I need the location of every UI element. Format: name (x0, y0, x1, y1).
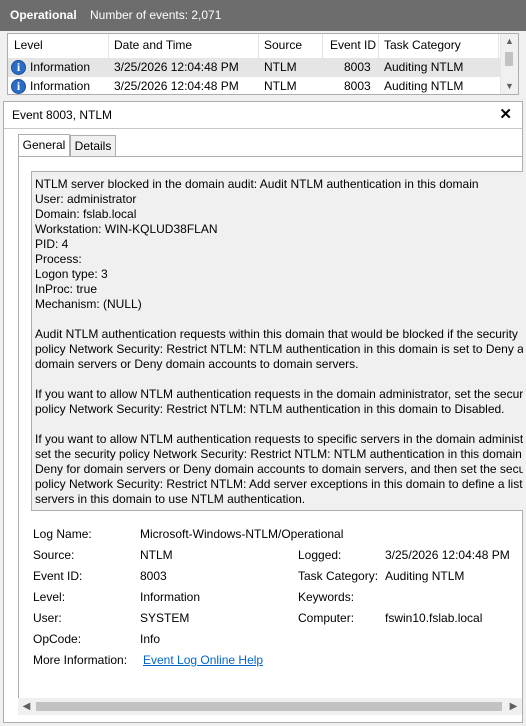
event-detail-panel: Event 8003, NTLM ✕ General Details NTLM … (3, 101, 523, 723)
user-label: User: (33, 611, 62, 625)
info-icon: i (11, 79, 26, 94)
row-date: 3/25/2026 12:04:48 PM (114, 60, 239, 74)
row-category: Auditing NTLM (384, 60, 464, 74)
column-header-task-category[interactable]: Task Category (384, 38, 461, 52)
description-line: Audit NTLM authentication requests withi… (35, 327, 518, 341)
scroll-thumb[interactable] (505, 52, 513, 66)
level-label: Level: (33, 590, 66, 604)
logged-label: Logged: (298, 548, 342, 562)
user-value: SYSTEM (140, 611, 190, 625)
description-line: NTLM server blocked in the domain audit:… (35, 177, 479, 191)
description-line: Domain: fslab.local (35, 207, 137, 221)
scroll-thumb[interactable] (36, 702, 502, 711)
detail-horizontal-scrollbar[interactable]: ◀ ▶ (18, 698, 522, 715)
column-header-date[interactable]: Date and Time (114, 38, 192, 52)
column-header-level[interactable]: Level (14, 38, 43, 52)
description-line: policy Network Security: Restrict NTLM: … (35, 342, 523, 356)
event-description[interactable]: NTLM server blocked in the domain audit:… (31, 171, 523, 511)
description-line: Deny for domain servers or Deny domain a… (35, 462, 523, 476)
description-line: If you want to allow NTLM authentication… (35, 432, 523, 446)
log-header-bar: Operational Number of events: 2,071 (0, 0, 526, 31)
detail-title-bar: Event 8003, NTLM ✕ (4, 102, 522, 129)
task-category-value: Auditing NTLM (385, 569, 465, 583)
keywords-label: Keywords: (298, 590, 355, 604)
row-event-id: 8003 (344, 60, 371, 74)
close-icon[interactable]: ✕ (499, 105, 512, 123)
computer-label: Computer: (298, 611, 355, 625)
row-event-id: 8003 (344, 79, 371, 93)
row-category: Auditing NTLM (384, 79, 464, 93)
description-line: Process: (35, 252, 82, 266)
event-id-label: Event ID: (33, 569, 83, 583)
scroll-right-icon[interactable]: ▶ (505, 698, 522, 715)
event-row[interactable]: i Information 3/25/2026 12:04:48 PM NTLM… (8, 77, 502, 94)
scroll-left-icon[interactable]: ◀ (18, 698, 35, 715)
log-name-label: Log Name: (33, 527, 92, 541)
logged-value: 3/25/2026 12:04:48 PM (385, 548, 510, 562)
event-id-value: 8003 (140, 569, 167, 583)
description-line: InProc: true (35, 282, 98, 296)
source-value: NTLM (140, 548, 173, 562)
level-value: Information (140, 590, 201, 604)
description-line: User: administrator (35, 192, 137, 206)
grid-vertical-scrollbar[interactable]: ▲ ▼ (500, 34, 518, 94)
description-line: If you want to allow NTLM authentication… (35, 387, 523, 401)
row-level: Information (30, 79, 91, 93)
description-line: servers in this domain to use NTLM authe… (35, 492, 306, 506)
more-information-label: More Information: (33, 653, 128, 667)
column-header-event-id[interactable]: Event ID (330, 38, 376, 52)
column-header-source[interactable]: Source (264, 38, 302, 52)
grid-header: Level Date and Time Source Event ID Task… (8, 34, 502, 59)
description-line: policy Network Security: Restrict NTLM: … (35, 402, 505, 416)
general-tab-content: NTLM server blocked in the domain audit:… (18, 156, 523, 704)
detail-title: Event 8003, NTLM (12, 108, 113, 122)
description-line: PID: 4 (35, 237, 69, 251)
scroll-down-icon[interactable]: ▼ (501, 79, 518, 94)
computer-value: fswin10.fslab.local (385, 611, 483, 625)
tab-general[interactable]: General (18, 134, 70, 156)
event-log-online-help-link[interactable]: Event Log Online Help (143, 653, 263, 667)
description-line: policy Network Security: Restrict NTLM: … (35, 477, 523, 491)
description-line: Logon type: 3 (35, 267, 108, 281)
events-grid[interactable]: Level Date and Time Source Event ID Task… (7, 33, 519, 95)
description-line: domain servers or Deny domain accounts t… (35, 357, 359, 371)
row-source: NTLM (264, 79, 297, 93)
tab-details[interactable]: Details (70, 135, 116, 156)
description-line: Mechanism: (NULL) (35, 297, 142, 311)
scroll-up-icon[interactable]: ▲ (501, 34, 518, 49)
opcode-label: OpCode: (33, 632, 82, 646)
task-category-label: Task Category: (298, 569, 379, 583)
row-date: 3/25/2026 12:04:48 PM (114, 79, 239, 93)
row-level: Information (30, 60, 91, 74)
opcode-value: Info (140, 632, 161, 646)
log-name-value: Microsoft-Windows-NTLM/Operational (140, 527, 344, 541)
source-label: Source: (33, 548, 75, 562)
event-row[interactable]: i Information 3/25/2026 12:04:48 PM NTLM… (8, 58, 502, 77)
description-line: Workstation: WIN-KQLUD38FLAN (35, 222, 218, 236)
info-icon: i (11, 60, 26, 75)
event-count: Number of events: 2,071 (90, 8, 222, 22)
row-source: NTLM (264, 60, 297, 74)
description-line: set the security policy Network Security… (35, 447, 523, 461)
log-name: Operational (10, 8, 77, 22)
